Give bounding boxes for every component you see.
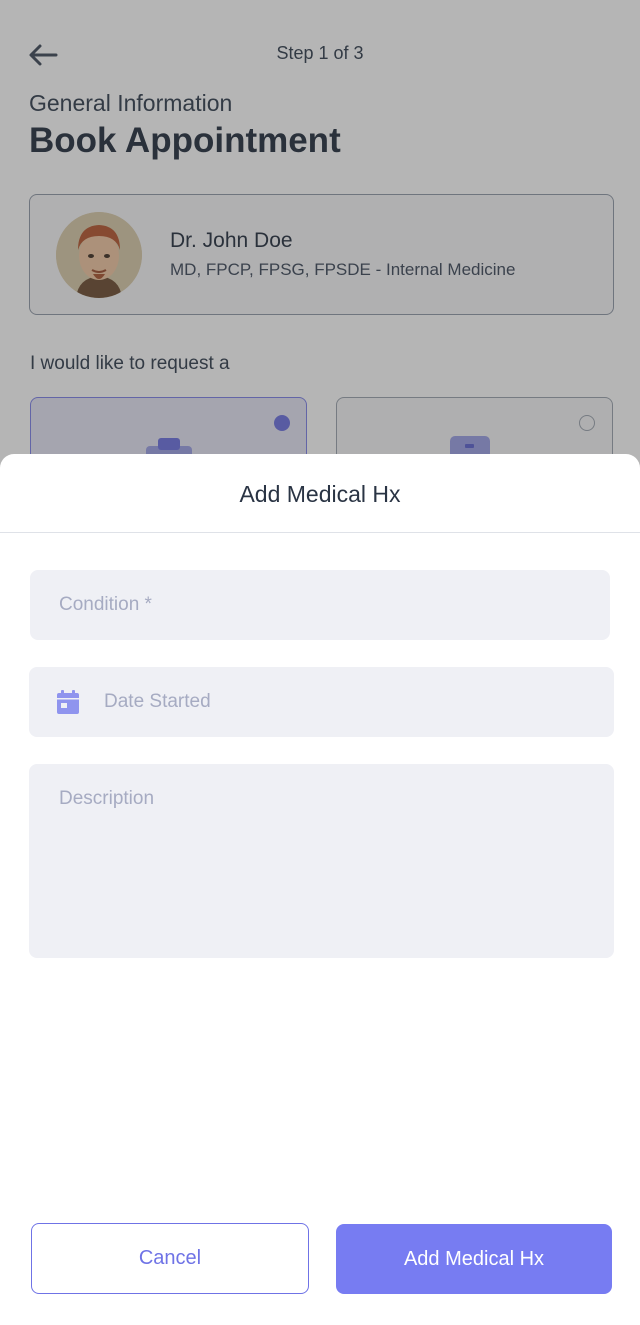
date-placeholder: Date Started [104, 691, 211, 712]
screen: Step 1 of 3 General Information Book App… [0, 0, 640, 1325]
divider [0, 532, 640, 533]
cancel-button[interactable]: Cancel [31, 1223, 309, 1294]
condition-input[interactable]: Condition * [30, 570, 610, 640]
add-medical-hx-sheet: Add Medical Hx Condition * Date Started … [0, 454, 640, 1325]
sheet-title: Add Medical Hx [239, 481, 401, 507]
add-medical-hx-button[interactable]: Add Medical Hx [336, 1224, 612, 1294]
condition-placeholder: Condition * [59, 594, 152, 615]
description-textarea[interactable]: Description [29, 764, 614, 958]
description-placeholder: Description [59, 788, 155, 809]
calendar-icon [57, 690, 79, 714]
date-started-input[interactable]: Date Started [29, 667, 614, 737]
